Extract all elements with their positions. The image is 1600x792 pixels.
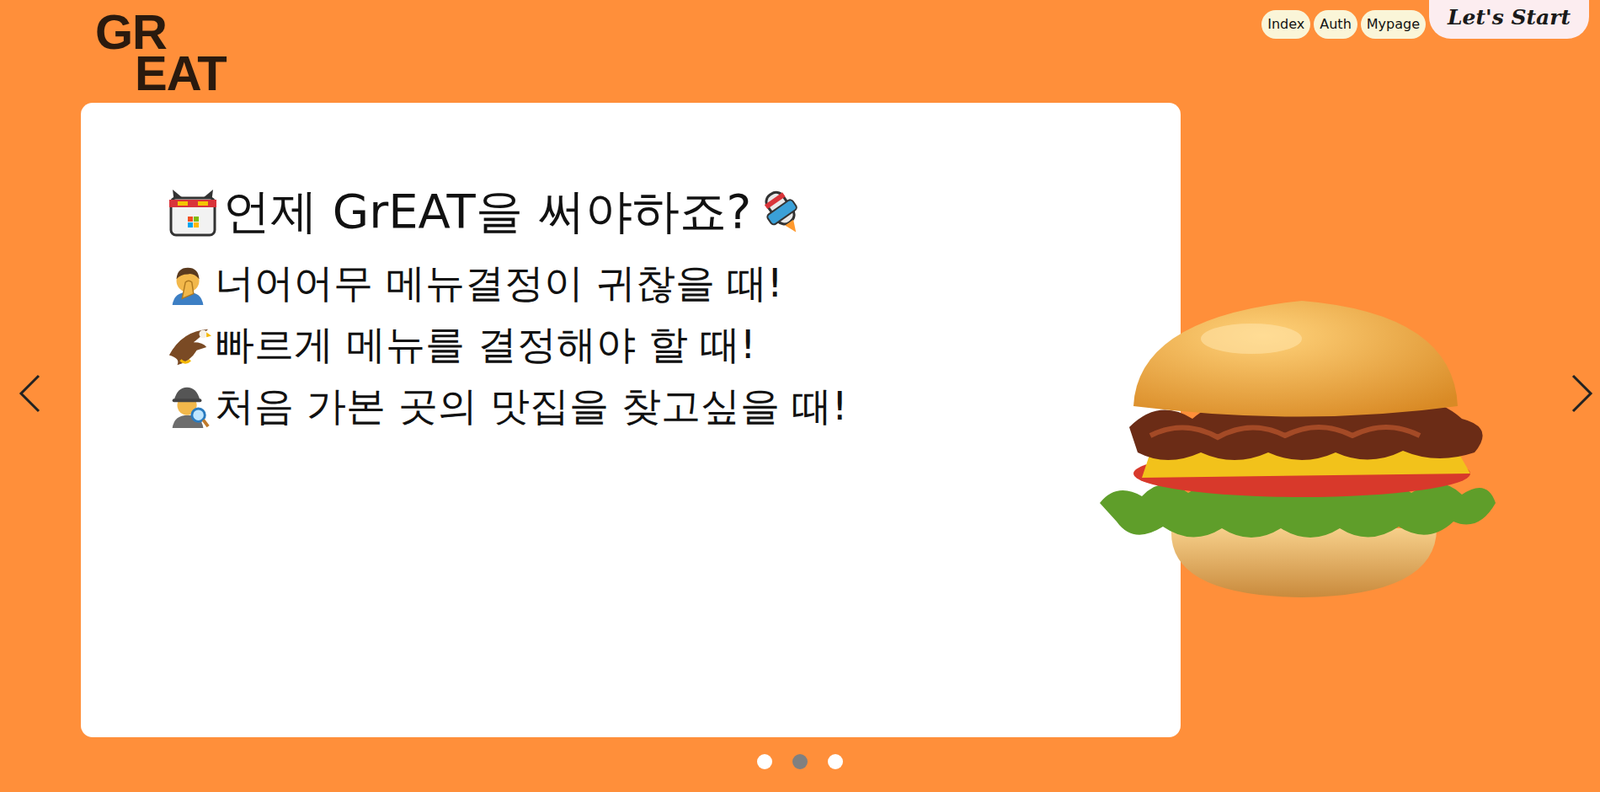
burger-image [1099, 300, 1499, 600]
slide-card: 언제 GrEAT을 써야하죠? 너어어무 메뉴결정이 귀찮을 때! 빠르게 메뉴를… [80, 102, 1181, 737]
slide-item: 너어어무 메뉴결정이 귀찮을 때! [165, 252, 1147, 315]
nav-button[interactable]: Index [1261, 10, 1311, 39]
logo-line[interactable]: GR [95, 11, 227, 54]
next-button[interactable] [1569, 372, 1600, 415]
slide-item: 처음 가본 곳의 맛집을 찾고싶을 때! [165, 375, 1147, 438]
logo-line[interactable]: EAT [95, 53, 227, 95]
carousel: 언제 GrEAT을 써야하죠? 너어어무 메뉴결정이 귀찮을 때! 빠르게 메뉴를… [0, 102, 1600, 737]
jetpack-cat-icon [754, 184, 809, 239]
slide-item-text: 처음 가본 곳의 맛집을 찾고싶을 때! [214, 381, 848, 432]
facepalm-icon [165, 261, 212, 307]
carousel-dot[interactable] [757, 753, 773, 769]
slide-item: 빠르게 메뉴를 결정해야 할 때! [165, 314, 1147, 376]
chevron-right-icon[interactable] [1569, 372, 1595, 415]
slide-list: 너어어무 메뉴결정이 귀찮을 때! 빠르게 메뉴를 결정해야 할 때! 처음 가본 … [165, 252, 1147, 438]
chevron-left-icon[interactable] [16, 372, 43, 415]
slide-title: 언제 GrEAT을 써야하죠? [165, 181, 1147, 241]
carousel-indicators [0, 736, 1600, 769]
prev-button[interactable] [0, 372, 81, 415]
slide-item-text: 빠르게 메뉴를 결정해야 할 때! [214, 320, 757, 370]
nav-button[interactable]: Mypage [1360, 10, 1426, 39]
detective-icon [165, 384, 212, 430]
top-nav: IndexAuthMypageLet's Start [1261, 0, 1600, 39]
slide-title-text: 언제 GrEAT을 써야하죠? [223, 181, 752, 241]
carousel-dot[interactable] [792, 753, 808, 769]
logo[interactable]: GR EAT [0, 0, 227, 94]
slide-item-text: 너어어무 메뉴결정이 귀찮을 때! [214, 258, 784, 309]
nav-button[interactable]: Auth [1313, 10, 1358, 39]
burger-icon [1099, 300, 1499, 600]
start-button[interactable]: Let's Start [1429, 0, 1590, 39]
ninja-cat-icon [165, 184, 220, 239]
header: GR EAT IndexAuthMypageLet's Start [0, 0, 1600, 103]
carousel-dot[interactable] [827, 753, 843, 769]
eagle-icon [165, 322, 212, 368]
